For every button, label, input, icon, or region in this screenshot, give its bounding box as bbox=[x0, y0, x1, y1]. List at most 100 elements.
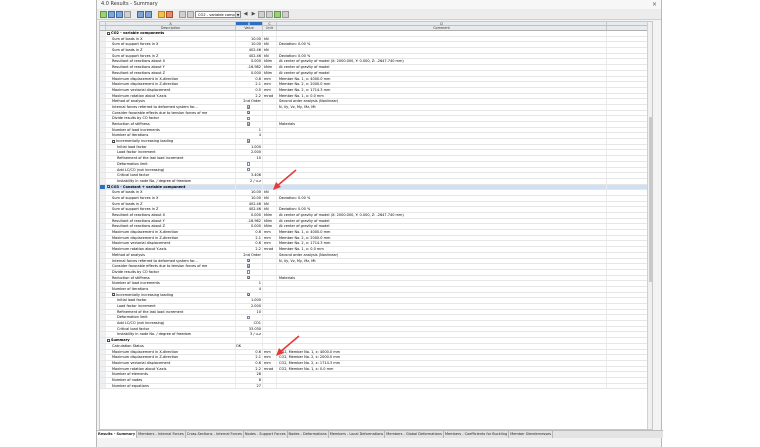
comment-cell[interactable] bbox=[277, 139, 607, 144]
value-cell[interactable]: 1 bbox=[236, 281, 263, 286]
description-cell[interactable]: Initial load factor bbox=[106, 144, 236, 150]
checkbox-checked-icon[interactable]: ✓ bbox=[246, 275, 250, 280]
comment-cell[interactable]: At center of gravity of model bbox=[277, 224, 607, 230]
value-cell[interactable]: ✓ bbox=[236, 122, 263, 127]
value-cell[interactable]: ✓ bbox=[236, 275, 263, 281]
tab-nodes-deformations[interactable]: Nodes - Deformations bbox=[288, 431, 329, 438]
value-cell[interactable]: 10 bbox=[236, 156, 263, 161]
description-cell[interactable]: Initial load factor bbox=[106, 298, 236, 303]
comment-cell[interactable] bbox=[277, 286, 607, 292]
description-cell[interactable]: Maximum displacement in X-direction bbox=[106, 76, 236, 82]
value-cell[interactable]: 2.1 bbox=[236, 235, 263, 241]
print-icon[interactable] bbox=[116, 10, 123, 18]
description-cell[interactable]: Internal forces referred to deformed sys… bbox=[106, 104, 236, 110]
comment-cell[interactable] bbox=[277, 269, 607, 275]
comment-cell[interactable] bbox=[277, 173, 607, 178]
description-cell[interactable]: Maximum vectorial displacement bbox=[106, 360, 236, 366]
comment-cell[interactable] bbox=[277, 116, 607, 121]
tab-members-local-deformations[interactable]: Members - Local Deformations bbox=[329, 431, 386, 438]
load-case-select[interactable]: CO2 - variable compon ▼ bbox=[195, 10, 241, 18]
comment-cell[interactable] bbox=[277, 281, 607, 286]
description-cell[interactable]: Maximum rotation about Y-axis bbox=[106, 93, 236, 99]
value-cell[interactable]: 0.6 bbox=[236, 230, 263, 235]
tab-members-global-deformations[interactable]: Members - Global Deformations bbox=[385, 431, 444, 438]
checkbox-checked-icon[interactable]: ✓ bbox=[246, 264, 250, 268]
comment-cell[interactable] bbox=[277, 190, 607, 195]
table-view-icon[interactable] bbox=[108, 10, 115, 18]
description-cell[interactable]: Add LC/CO (not increasing) bbox=[106, 167, 236, 173]
description-cell[interactable]: Divide results by CO factor bbox=[106, 269, 236, 275]
comment-cell[interactable]: CO2, Member No. 2, x: 2000.0 mm bbox=[277, 355, 607, 360]
filter-icon[interactable] bbox=[124, 10, 131, 18]
value-cell[interactable] bbox=[236, 31, 263, 36]
description-cell[interactable]: −CO3 - Constant + variable component bbox=[106, 184, 236, 190]
comment-cell[interactable] bbox=[277, 332, 607, 338]
value-cell[interactable]: 2.2 bbox=[236, 93, 263, 99]
description-cell[interactable]: Deformation limit bbox=[106, 161, 236, 167]
comment-cell[interactable]: Second order analysis (Nonlinear) bbox=[277, 99, 607, 104]
value-cell[interactable]: 2 / u-z bbox=[236, 178, 263, 184]
value-cell[interactable] bbox=[236, 184, 263, 190]
checkbox-checked-icon[interactable]: ✓ bbox=[246, 139, 250, 143]
comment-cell[interactable] bbox=[277, 315, 607, 321]
value-cell[interactable] bbox=[236, 269, 263, 275]
description-cell[interactable]: Critical load factor bbox=[106, 173, 236, 178]
result-diagram-icon[interactable] bbox=[158, 10, 165, 18]
description-cell[interactable]: Sum of support forces in Z bbox=[106, 207, 236, 212]
value-cell[interactable]: OK bbox=[236, 343, 263, 349]
value-cell[interactable]: 28 bbox=[236, 372, 263, 377]
description-cell[interactable]: Sum of loads in X bbox=[106, 190, 236, 195]
description-cell[interactable]: Number of load increments bbox=[106, 127, 236, 133]
description-cell[interactable]: Sum of support forces in Z bbox=[106, 53, 236, 59]
tab-results-summary[interactable]: Results - Summary bbox=[97, 431, 138, 438]
rows-icon[interactable] bbox=[145, 10, 152, 18]
comment-cell[interactable] bbox=[277, 184, 607, 190]
value-cell[interactable]: 10.00 bbox=[236, 42, 263, 48]
value-cell[interactable]: 2.2 bbox=[236, 366, 263, 372]
description-cell[interactable]: Load factor increment bbox=[106, 150, 236, 156]
comment-cell[interactable] bbox=[277, 377, 607, 383]
value-cell[interactable]: 3.406 bbox=[236, 173, 263, 178]
comment-cell[interactable]: Deviation: 0.00 % bbox=[277, 207, 607, 212]
comment-cell[interactable]: Deviation: 0.00 % bbox=[277, 42, 607, 48]
column-letter-d[interactable]: D bbox=[277, 22, 607, 26]
comment-cell[interactable]: N, Vy, Vz, My, Mz, Mt bbox=[277, 258, 607, 264]
value-cell[interactable]: 10.00 bbox=[236, 190, 263, 195]
value-cell[interactable]: ✓ bbox=[236, 258, 263, 264]
collapse-icon[interactable]: − bbox=[112, 293, 116, 297]
description-cell[interactable]: Internal forces referred to deformed sys… bbox=[106, 258, 236, 264]
description-cell[interactable]: Maximum vectorial displacement bbox=[106, 241, 236, 247]
jump-icon[interactable] bbox=[258, 10, 265, 18]
column-letter-c[interactable]: C bbox=[263, 22, 277, 26]
description-cell[interactable]: Sum of loads in Z bbox=[106, 48, 236, 53]
description-cell[interactable]: Number of iterations bbox=[106, 133, 236, 139]
tab-member-slendernesses[interactable]: Member Slendernesses bbox=[509, 431, 554, 438]
previous-arrow-icon[interactable]: ◀ bbox=[242, 11, 249, 17]
checkbox-checked-icon[interactable]: ✓ bbox=[246, 110, 250, 115]
description-cell[interactable]: Consider favorable effects due to tensio… bbox=[106, 264, 236, 269]
table-row[interactable]: Number of equations 27 bbox=[100, 383, 652, 390]
column-letter-a[interactable]: A bbox=[106, 22, 236, 26]
value-cell[interactable]: 2.000 bbox=[236, 304, 263, 309]
value-cell[interactable]: 2nd Order bbox=[236, 99, 263, 104]
description-cell[interactable]: Refinement of the last load increment bbox=[106, 309, 236, 315]
description-cell[interactable]: Divide results by CO factor bbox=[106, 116, 236, 121]
checkbox-unchecked-icon[interactable] bbox=[246, 167, 251, 172]
comment-cell[interactable] bbox=[277, 156, 607, 161]
value-cell[interactable] bbox=[236, 338, 263, 343]
value-cell[interactable]: CO1 bbox=[236, 321, 263, 326]
description-cell[interactable]: −Incrementally increasing loading bbox=[106, 292, 236, 298]
collapse-icon[interactable]: − bbox=[107, 338, 111, 342]
comment-cell[interactable] bbox=[277, 298, 607, 303]
column-header-unit[interactable]: Unit bbox=[263, 26, 277, 30]
value-cell[interactable]: 4 bbox=[236, 133, 263, 139]
vertical-scrollbar[interactable] bbox=[647, 22, 652, 429]
comment-cell[interactable]: Member No. 1, x: 4000.0 mm bbox=[277, 76, 607, 82]
description-cell[interactable]: Consider favorable effects due to tensio… bbox=[106, 110, 236, 116]
value-cell[interactable]: 0.5 bbox=[236, 87, 263, 93]
comment-cell[interactable] bbox=[277, 309, 607, 315]
value-cell[interactable]: -16.982 bbox=[236, 218, 263, 224]
comment-cell[interactable]: CO2, Member No. 1, x: 0.0 mm bbox=[277, 366, 607, 372]
value-cell[interactable]: 2.000 bbox=[236, 150, 263, 156]
description-cell[interactable]: Maximum displacement in Z-direction bbox=[106, 82, 236, 87]
